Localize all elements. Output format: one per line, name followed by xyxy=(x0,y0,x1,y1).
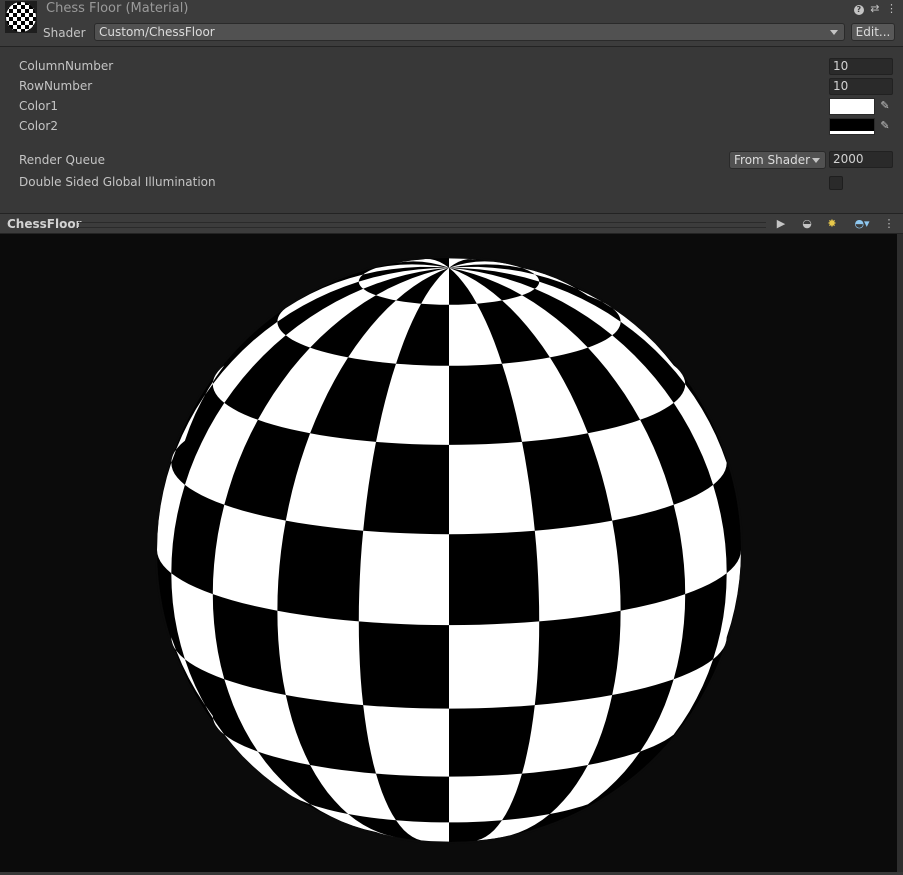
row-number-label: RowNumber xyxy=(19,79,93,93)
resize-grip[interactable] xyxy=(78,222,766,228)
shader-dropdown[interactable]: Custom/ChessFloor xyxy=(94,23,845,41)
material-title: Chess Floor (Material) xyxy=(46,1,189,16)
scrollbar-track[interactable] xyxy=(897,234,903,872)
color2-swatch[interactable] xyxy=(829,118,875,135)
eyedropper-icon[interactable]: ✎ xyxy=(878,119,892,133)
kebab-menu-icon[interactable]: ⋮ xyxy=(886,2,897,15)
dsgi-checkbox[interactable] xyxy=(829,176,843,190)
color1-swatch[interactable] xyxy=(829,98,875,115)
edit-shader-button[interactable]: Edit... xyxy=(851,23,895,41)
shader-label: Shader xyxy=(43,26,86,40)
checker-sphere xyxy=(155,256,743,844)
column-number-label: ColumnNumber xyxy=(19,59,114,73)
inspector-header: Chess Floor (Material) ? ⇄ ⋮ Shader Cust… xyxy=(0,0,903,47)
render-queue-dropdown[interactable]: From Shader xyxy=(729,151,826,169)
checker-tile xyxy=(277,610,364,706)
color1-label: Color1 xyxy=(19,99,58,113)
eyedropper-icon[interactable]: ✎ xyxy=(878,99,892,113)
checker-tile xyxy=(212,504,286,611)
render-queue-label: Render Queue xyxy=(19,153,105,167)
column-number-field[interactable]: 10 xyxy=(829,58,893,75)
play-icon[interactable]: ▶ xyxy=(773,216,789,232)
kebab-menu-icon[interactable]: ⋮ xyxy=(882,216,896,232)
render-queue-option: From Shader xyxy=(734,153,811,167)
material-thumbnail[interactable] xyxy=(5,1,37,33)
checker-tile xyxy=(534,520,621,622)
checker-tile xyxy=(449,621,540,709)
row-number-field[interactable]: 10 xyxy=(829,78,893,95)
dsgi-label: Double Sided Global Illumination xyxy=(19,175,216,189)
header-icons: ? ⇄ ⋮ xyxy=(851,2,897,15)
chevron-down-icon xyxy=(812,158,820,163)
checker-tile xyxy=(358,530,449,626)
render-queue-field[interactable]: 2000 xyxy=(829,151,893,168)
lights-icon[interactable]: ✸ xyxy=(824,216,840,232)
shader-value: Custom/ChessFloor xyxy=(99,25,215,39)
checker-tile xyxy=(363,705,449,777)
help-icon[interactable]: ? xyxy=(853,5,864,15)
sliders-icon[interactable]: ⇄ xyxy=(870,2,879,15)
skybox-icon[interactable]: ◓▾ xyxy=(849,216,875,232)
sphere-mesh-icon[interactable]: ◒ xyxy=(799,216,815,232)
chevron-down-icon xyxy=(830,30,838,35)
material-preview[interactable] xyxy=(0,234,903,872)
checker-tile xyxy=(449,441,535,535)
color2-label: Color2 xyxy=(19,119,58,133)
preview-toolbar: ChessFloor ▶ ◒ ✸ ◓▾ ⋮ xyxy=(0,213,903,234)
checker-sphere-thumbnail-icon xyxy=(6,2,36,32)
preview-title: ChessFloor xyxy=(7,217,82,231)
